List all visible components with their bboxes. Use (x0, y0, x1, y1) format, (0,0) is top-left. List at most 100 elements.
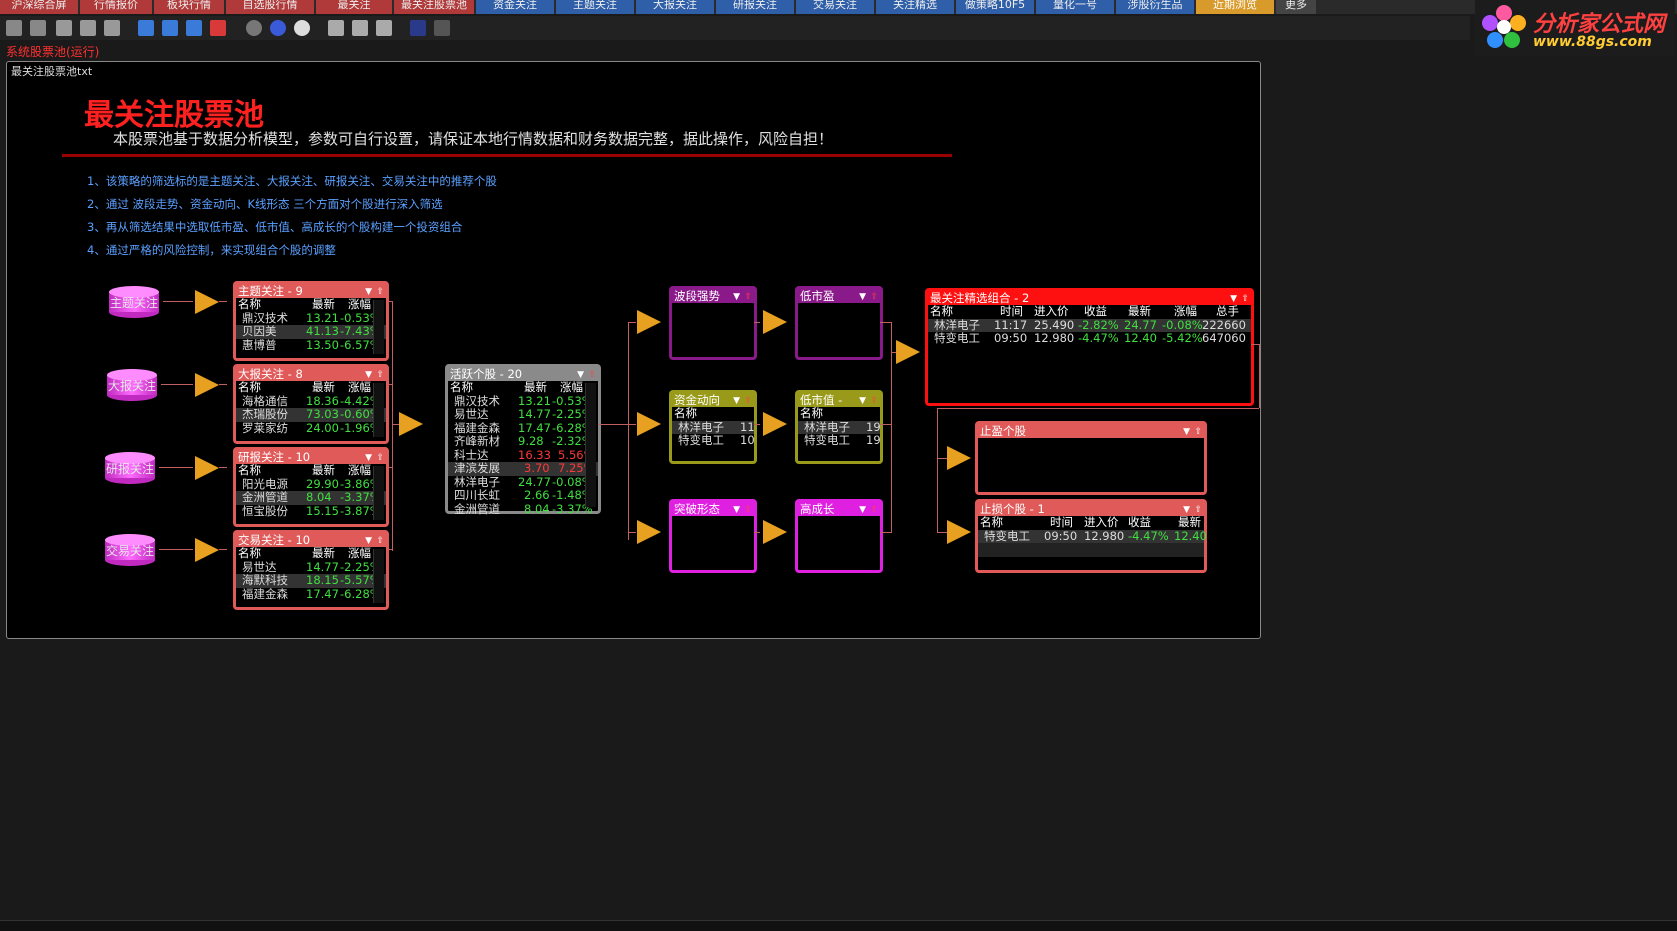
tab-strategy[interactable]: 做策略10F5 (956, 0, 1034, 14)
panel-wave-strength[interactable]: 波段强势 ▼ ⇧ (669, 286, 757, 360)
dropdown-icon[interactable]: ▼ (859, 503, 866, 516)
pin-icon[interactable]: ⇧ (376, 285, 384, 298)
tab-recent[interactable]: 近期浏览 (1196, 0, 1274, 14)
align-left-icon[interactable] (162, 20, 178, 36)
scrollbar[interactable] (373, 549, 384, 603)
stock-name[interactable]: 海格通信 (242, 394, 288, 409)
scrollbar[interactable] (373, 300, 384, 354)
tab-focus[interactable]: 最关注 (316, 0, 392, 14)
play-icon[interactable] (246, 20, 262, 36)
stock-name[interactable]: 林洋电子 (454, 475, 500, 490)
stock-name[interactable]: 特变电工 (934, 331, 980, 346)
pin-icon[interactable]: ⇧ (1241, 292, 1249, 305)
stock-name[interactable]: 林洋电子 (934, 318, 980, 333)
tab-watchlist[interactable]: 自选股行情 (226, 0, 314, 14)
source-report-db[interactable]: 大报关注 (107, 369, 157, 401)
tab-more[interactable]: 更多 (1276, 0, 1316, 14)
scrollbar[interactable] (373, 383, 384, 437)
scrollbar[interactable] (373, 466, 384, 520)
stock-name[interactable]: 罗莱家纺 (242, 421, 288, 436)
panel-capital-flow[interactable]: 资金动向 ▼ ⇧ 名称 林洋电子 11 特变电工 10 (669, 390, 757, 464)
stock-name[interactable]: 特变电工 (984, 529, 1030, 544)
stock-name[interactable]: 杰瑞股份 (242, 407, 288, 422)
tab-quant[interactable]: 量化一号 (1036, 0, 1114, 14)
stock-name[interactable]: 易世达 (454, 407, 489, 422)
stock-name[interactable]: 海默科技 (242, 573, 288, 588)
pin-icon[interactable]: ⇧ (744, 394, 752, 407)
panel-take-profit[interactable]: 止盈个股 ▼ ⇧ (975, 421, 1207, 495)
stock-name[interactable]: 鼎汉技术 (454, 394, 500, 409)
open-icon[interactable] (30, 20, 46, 36)
tab-sectors[interactable]: 板块行情 (154, 0, 224, 14)
close-icon[interactable] (434, 20, 450, 36)
stock-name[interactable]: 惠博普 (242, 338, 277, 353)
zoom-icon[interactable] (328, 20, 344, 36)
delete-icon[interactable] (376, 20, 392, 36)
tab-selected[interactable]: 关注精选 (876, 0, 954, 14)
panel-trade-focus[interactable]: 交易关注 - 10 ▼ ⇧ 名称 最新 涨幅 易世达 14.77 -2.25% 海默科技… (233, 530, 389, 610)
frame-icon[interactable] (410, 20, 426, 36)
align-right-icon[interactable] (210, 20, 226, 36)
tab-derivatives[interactable]: 涉股衍生品 (1116, 0, 1194, 14)
panel-breakout[interactable]: 突破形态 ▼ ⇧ (669, 499, 757, 573)
panel-low-cap[interactable]: 低市值 - ▼ ⇧ 名称 林洋电子 19 特变电工 19 (795, 390, 883, 464)
stock-name[interactable]: 特变电工 (804, 433, 850, 448)
panel-active-stocks[interactable]: 活跃个股 - 20 ▼ ⇧ 名称 最新 涨幅 鼎汉技术 13.21 -0.53% 易世达… (445, 364, 601, 517)
pin-icon[interactable]: ⇧ (870, 394, 878, 407)
pin-icon[interactable]: ⇧ (376, 451, 384, 464)
stock-name[interactable]: 贝因美 (242, 324, 277, 339)
pin-icon[interactable]: ⇧ (870, 290, 878, 303)
copy-icon[interactable] (104, 20, 120, 36)
panel-research-focus[interactable]: 研报关注 - 10 ▼ ⇧ 名称 最新 涨幅 阳光电源 29.90 -3.86% 金洲管… (233, 447, 389, 527)
tab-research[interactable]: 研报关注 (716, 0, 794, 14)
dropdown-icon[interactable]: ▼ (1183, 425, 1190, 438)
panel-theme-focus[interactable]: 主题关注 - 9 ▼ ⇧ 名称 最新 涨幅 鼎汉技术 13.21 -0.53% 贝因美 4… (233, 281, 389, 361)
stock-name[interactable]: 林洋电子 (804, 420, 850, 435)
stock-name[interactable]: 金洲管道 (454, 502, 500, 517)
stock-name[interactable]: 福建金森 (454, 421, 500, 436)
pin-icon[interactable]: ⇧ (376, 534, 384, 547)
new-window-icon[interactable] (6, 20, 22, 36)
stop-icon[interactable] (294, 20, 310, 36)
stock-name[interactable]: 林洋电子 (678, 420, 724, 435)
save-icon[interactable] (56, 20, 72, 36)
tab-capital[interactable]: 资金关注 (476, 0, 554, 14)
panel-low-pe[interactable]: 低市盈 ▼ ⇧ (795, 286, 883, 360)
stock-name[interactable]: 阳光电源 (242, 477, 288, 492)
stock-name[interactable]: 齐峰新材 (454, 434, 500, 449)
pin-icon[interactable]: ⇧ (744, 503, 752, 516)
source-theme-db[interactable]: 主题关注 (109, 286, 159, 318)
dropdown-icon[interactable]: ▼ (733, 394, 740, 407)
stock-name[interactable]: 特变电工 (678, 433, 724, 448)
panel-portfolio[interactable]: 最关注精选组合 - 2 ▼ ⇧ 名称 时间 进入价 收益 最新 涨幅 总手 林洋… (925, 288, 1254, 406)
stock-name[interactable]: 恒宝股份 (242, 504, 288, 519)
stock-name[interactable]: 金洲管道 (242, 490, 288, 505)
pause-icon[interactable] (270, 20, 286, 36)
save-as-icon[interactable] (80, 20, 96, 36)
stock-name[interactable]: 四川长虹 (454, 488, 500, 503)
pin-icon[interactable]: ⇧ (376, 368, 384, 381)
align-top-icon[interactable] (138, 20, 154, 36)
tab-focus-pool[interactable]: 最关注股票池 (394, 0, 474, 14)
dropdown-icon[interactable]: ▼ (859, 394, 866, 407)
dropdown-icon[interactable]: ▼ (733, 290, 740, 303)
dropdown-icon[interactable]: ▼ (859, 290, 866, 303)
tab-quotes[interactable]: 行情报价 (80, 0, 152, 14)
pin-icon[interactable]: ⇧ (588, 368, 596, 381)
panel-high-growth[interactable]: 高成长 ▼ ⇧ (795, 499, 883, 573)
panel-stop-loss[interactable]: 止损个股 - 1 ▼ ⇧ 名称 时间 进入价 收益 最新 特变电工 09:50 … (975, 499, 1207, 573)
stock-name[interactable]: 鼎汉技术 (242, 311, 288, 326)
grid-icon[interactable] (352, 20, 368, 36)
panel-report-focus[interactable]: 大报关注 - 8 ▼ ⇧ 名称 最新 涨幅 海格通信 18.36 -4.42% 杰瑞股份… (233, 364, 389, 444)
pin-icon[interactable]: ⇧ (744, 290, 752, 303)
stock-name[interactable]: 科士达 (454, 448, 489, 463)
tab-overview[interactable]: 沪深综合屏 (0, 0, 78, 14)
pin-icon[interactable]: ⇧ (870, 503, 878, 516)
align-bottom-icon[interactable] (186, 20, 202, 36)
stock-name[interactable]: 易世达 (242, 560, 277, 575)
scrollbar[interactable] (585, 383, 596, 507)
tab-report[interactable]: 大报关注 (636, 0, 714, 14)
tab-trade[interactable]: 交易关注 (796, 0, 874, 14)
stock-name[interactable]: 福建金森 (242, 587, 288, 602)
stock-name[interactable]: 津滨发展 (454, 461, 500, 476)
